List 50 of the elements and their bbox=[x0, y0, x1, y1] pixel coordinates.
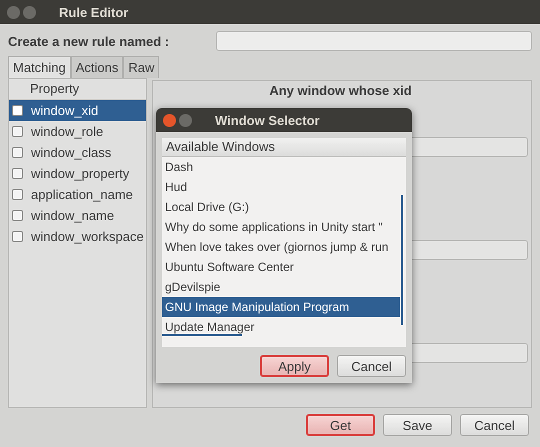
close-icon[interactable] bbox=[7, 6, 20, 18]
close-icon[interactable] bbox=[163, 114, 176, 126]
checkbox[interactable] bbox=[12, 231, 23, 242]
detail-heading: Any window whose xid bbox=[269, 83, 412, 98]
property-row[interactable]: window_workspace bbox=[9, 226, 146, 247]
property-row[interactable]: window_property bbox=[9, 163, 146, 184]
maximize-icon[interactable] bbox=[23, 6, 36, 18]
dialog-button[interactable]: Cancel bbox=[460, 414, 529, 436]
property-row[interactable]: application_name bbox=[9, 184, 146, 205]
property-row[interactable]: window_role bbox=[9, 121, 146, 142]
dialog-button[interactable]: Cancel bbox=[337, 355, 406, 377]
scrollbar[interactable] bbox=[162, 334, 242, 336]
window-list-item[interactable]: Local Drive (G:) bbox=[162, 197, 400, 217]
maximize-icon[interactable] bbox=[179, 114, 192, 126]
scrollbar[interactable] bbox=[401, 195, 403, 325]
checkbox[interactable] bbox=[12, 210, 23, 221]
dialog-button[interactable]: Get bbox=[306, 414, 375, 436]
window-list-item[interactable]: gDevilspie bbox=[162, 277, 400, 297]
window-list-item[interactable]: Ubuntu Software Center bbox=[162, 257, 400, 277]
property-name: window_property bbox=[31, 166, 130, 181]
window-list-item[interactable]: Hud bbox=[162, 177, 400, 197]
rule-name-label: Create a new rule named : bbox=[8, 34, 170, 48]
dialog-button[interactable]: Save bbox=[383, 414, 452, 436]
tab[interactable]: Raw bbox=[123, 56, 160, 78]
checkbox[interactable] bbox=[12, 147, 23, 158]
rule-name-field[interactable] bbox=[216, 31, 532, 51]
checkbox[interactable] bbox=[12, 105, 23, 116]
property-name: application_name bbox=[31, 187, 133, 202]
property-name: window_role bbox=[31, 124, 104, 139]
checkbox[interactable] bbox=[12, 126, 23, 137]
property-row[interactable]: window_class bbox=[9, 142, 146, 163]
window-list-item[interactable]: When love takes over (giornos jump & run bbox=[162, 237, 400, 257]
property-name: window_name bbox=[31, 208, 114, 223]
window-list-item[interactable]: Why do some applications in Unity start " bbox=[162, 217, 400, 237]
window-list-item[interactable]: Dash bbox=[162, 157, 400, 177]
column-header[interactable]: Available Windows bbox=[162, 138, 406, 157]
tab[interactable]: Actions bbox=[70, 56, 124, 78]
dialog-button[interactable]: Apply bbox=[260, 355, 329, 377]
property-row[interactable]: window_xid bbox=[9, 100, 146, 121]
tab[interactable]: Matching bbox=[8, 56, 71, 78]
property-name: window_xid bbox=[31, 103, 98, 118]
property-name: window_class bbox=[31, 145, 112, 160]
checkbox[interactable] bbox=[12, 168, 23, 179]
checkbox[interactable] bbox=[12, 189, 23, 200]
property-row[interactable]: window_name bbox=[9, 205, 146, 226]
window-list-item[interactable]: Update Manager bbox=[162, 317, 400, 337]
window-list-item[interactable]: GNU Image Manipulation Program bbox=[162, 297, 400, 317]
property-name: window_workspace bbox=[31, 229, 144, 244]
window-title: Rule Editor bbox=[59, 4, 128, 20]
dialog-title: Window Selector bbox=[215, 112, 320, 128]
